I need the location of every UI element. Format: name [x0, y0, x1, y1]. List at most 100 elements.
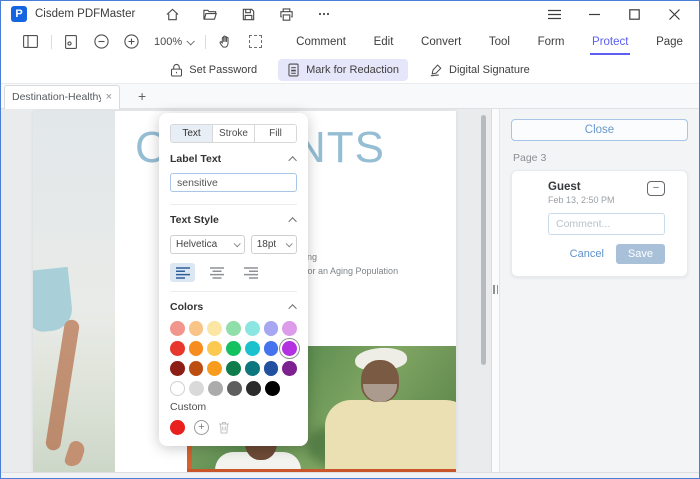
pdf-text-fragment: for an Aging Population [305, 266, 399, 276]
color-swatch[interactable] [170, 321, 185, 336]
color-swatch[interactable] [263, 341, 279, 356]
color-swatch[interactable] [263, 321, 279, 336]
add-color-button[interactable]: + [194, 420, 209, 435]
main-area: CONTENTS ing for an Aging Population Clo… [1, 109, 699, 472]
color-swatch[interactable] [282, 361, 298, 376]
menu-form[interactable]: Form [536, 29, 567, 55]
color-swatch[interactable] [170, 381, 185, 396]
window-controls [529, 3, 689, 25]
color-swatch[interactable] [189, 381, 204, 396]
color-swatch[interactable] [188, 341, 204, 356]
save-icon[interactable] [233, 3, 263, 25]
print-icon[interactable] [271, 3, 301, 25]
vertical-scrollbar[interactable] [481, 115, 486, 365]
document-tabbar: Destination-Healthy-... × + [1, 84, 699, 109]
label-text-section-header[interactable]: Label Text [170, 153, 297, 165]
comment-sidebar: Close Page 3 Guest Feb 13, 2:50 PM − Can… [500, 109, 699, 472]
collapse-comment-icon[interactable]: − [647, 181, 665, 196]
menu-edit[interactable]: Edit [372, 29, 396, 55]
custom-color-swatch[interactable] [170, 420, 185, 435]
menu-page[interactable]: Page [654, 29, 685, 55]
comment-author: Guest [548, 181, 581, 193]
color-swatch-selected[interactable] [282, 341, 298, 356]
font-family-dropdown[interactable]: Helvetica [170, 235, 245, 254]
hamburger-menu-icon[interactable] [539, 3, 569, 25]
tab-fill[interactable]: Fill [255, 125, 296, 142]
tab-close-icon[interactable]: × [106, 91, 112, 103]
zoom-out-icon[interactable] [90, 31, 112, 53]
color-swatch[interactable] [282, 321, 298, 336]
colors-title: Colors [170, 301, 204, 313]
color-swatch[interactable] [226, 361, 241, 376]
chevron-up-icon [288, 156, 297, 165]
titlebar: P Cisdem PDFMaster [1, 1, 699, 27]
document-tab[interactable]: Destination-Healthy-... × [4, 84, 120, 109]
open-folder-icon[interactable] [195, 3, 225, 25]
zoom-in-icon[interactable] [120, 31, 142, 53]
tab-stroke[interactable]: Stroke [213, 125, 255, 142]
color-swatch[interactable] [244, 341, 260, 356]
hand-tool-icon[interactable] [214, 31, 236, 53]
color-swatch[interactable] [227, 381, 242, 396]
splitter-grip-icon[interactable] [493, 285, 498, 294]
protect-toolbar: Set Password Mark for Redaction Digital … [1, 56, 699, 84]
panel-divider [170, 291, 297, 292]
more-icon[interactable] [309, 3, 339, 25]
chevron-up-icon [288, 217, 297, 226]
label-text-input[interactable] [170, 173, 297, 192]
font-size-dropdown[interactable]: 18pt [250, 235, 297, 254]
color-swatch[interactable] [207, 321, 223, 336]
color-swatch[interactable] [244, 321, 260, 336]
menu-protect[interactable]: Protect [590, 29, 631, 55]
maximize-icon[interactable] [619, 3, 649, 25]
color-swatch[interactable] [170, 341, 185, 356]
alignment-buttons [170, 263, 297, 282]
comment-card: Guest Feb 13, 2:50 PM − Cancel Save [511, 170, 688, 277]
color-swatch[interactable] [244, 361, 260, 376]
text-style-title: Text Style [170, 214, 219, 226]
close-window-icon[interactable] [659, 3, 689, 25]
home-icon[interactable] [157, 3, 187, 25]
comment-input[interactable] [548, 213, 665, 235]
minimize-icon[interactable] [579, 3, 609, 25]
zoom-level-dropdown[interactable]: 100% [150, 34, 197, 50]
menu-tool[interactable]: Tool [487, 29, 512, 55]
color-swatch[interactable] [265, 381, 280, 396]
mark-for-redaction-button[interactable]: Mark for Redaction [278, 58, 409, 81]
color-swatch[interactable] [226, 341, 241, 356]
marquee-select-icon[interactable] [244, 31, 266, 53]
color-swatch[interactable] [207, 341, 223, 356]
font-family-value: Helvetica [176, 239, 218, 250]
align-right-button[interactable] [238, 263, 263, 282]
sidebar-toggle-icon[interactable] [19, 31, 41, 53]
add-tab-button[interactable]: + [134, 87, 150, 105]
align-left-button[interactable] [170, 263, 195, 282]
menu-convert[interactable]: Convert [419, 29, 463, 55]
set-password-button[interactable]: Set Password [161, 59, 266, 81]
digital-signature-label: Digital Signature [449, 63, 530, 76]
color-swatch[interactable] [207, 361, 223, 376]
page-thumbnail-icon[interactable] [60, 31, 82, 53]
color-swatch[interactable] [226, 321, 241, 336]
close-sidebar-button[interactable]: Close [511, 119, 688, 141]
text-style-section-header[interactable]: Text Style [170, 214, 297, 226]
color-swatch[interactable] [263, 361, 279, 376]
lock-icon [170, 63, 183, 77]
color-swatch[interactable] [246, 381, 261, 396]
delete-color-icon[interactable] [218, 421, 230, 434]
digital-signature-button[interactable]: Digital Signature [420, 59, 539, 81]
color-swatch[interactable] [208, 381, 223, 396]
sidebar-splitter[interactable] [492, 109, 500, 472]
color-swatch[interactable] [188, 361, 204, 376]
cancel-button[interactable]: Cancel [570, 248, 604, 260]
tab-text[interactable]: Text [171, 125, 213, 142]
mark-for-redaction-label: Mark for Redaction [306, 63, 400, 76]
color-swatch[interactable] [188, 321, 204, 336]
app-window: P Cisdem PDFMaster 100% Comment Edit Con… [0, 0, 700, 479]
menu-comment[interactable]: Comment [294, 29, 348, 55]
save-comment-button[interactable]: Save [615, 244, 665, 264]
pdf-photo-person [33, 111, 115, 472]
colors-section-header[interactable]: Colors [170, 301, 297, 313]
align-center-button[interactable] [204, 263, 229, 282]
color-swatch[interactable] [170, 361, 185, 376]
